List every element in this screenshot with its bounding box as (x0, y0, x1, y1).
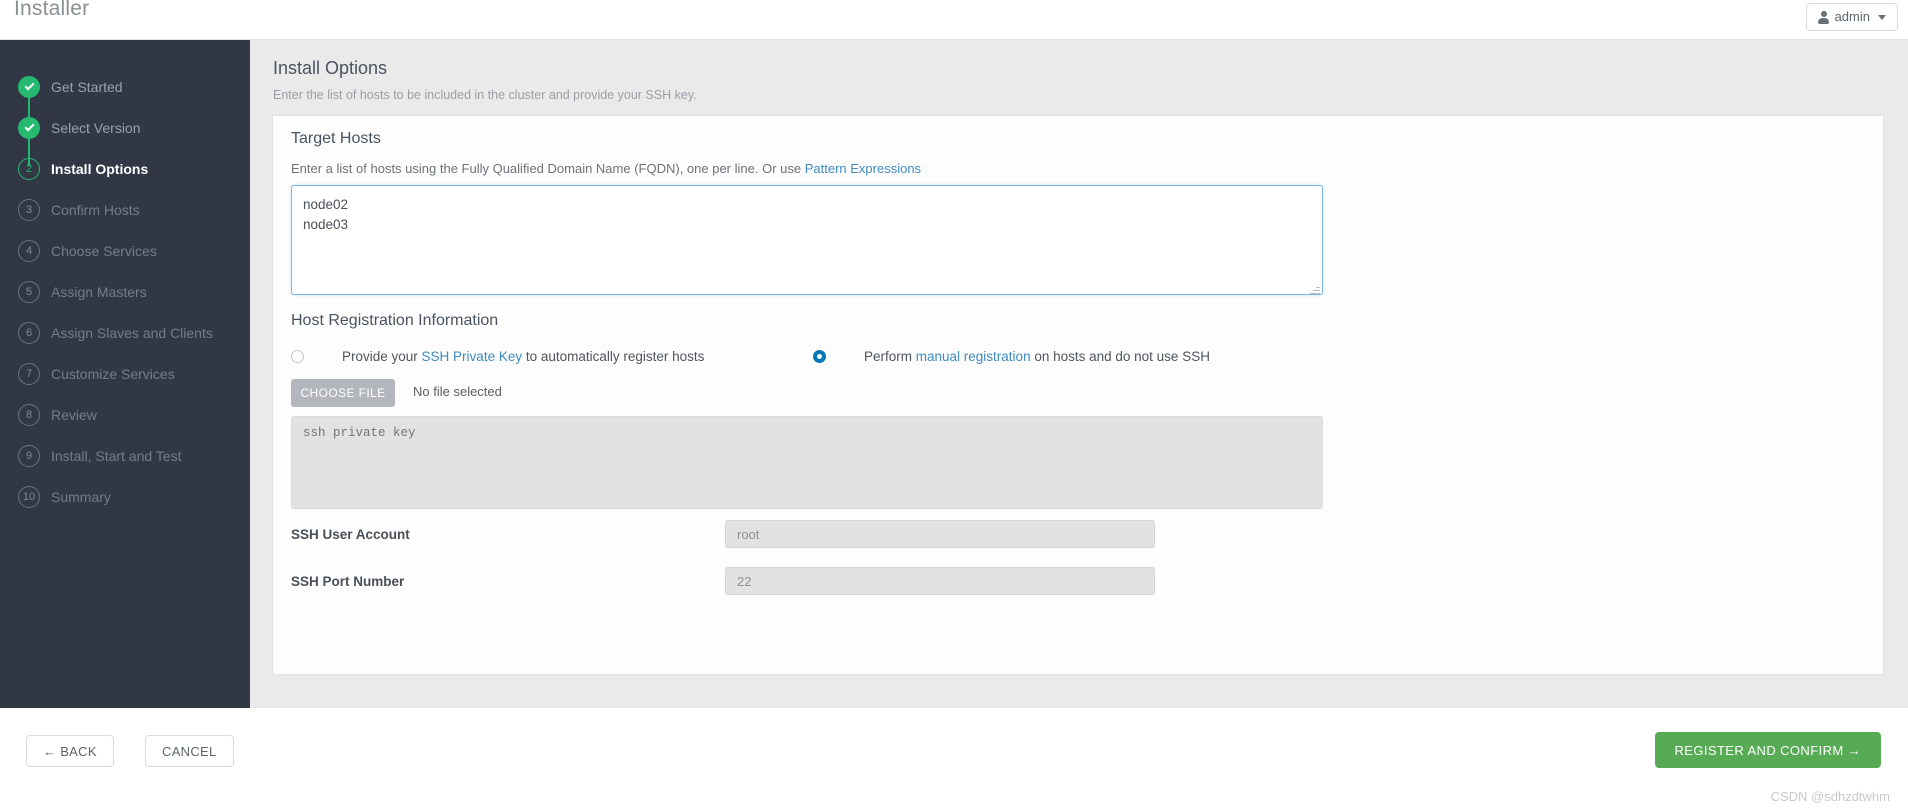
ssh-user-account-label: SSH User Account (291, 527, 410, 542)
sidebar-step-label: Install Options (51, 161, 149, 177)
step-number-badge: 6 (18, 322, 40, 344)
ssh-key-suffix: to automatically register hosts (522, 348, 705, 364)
top-bar: Installer admin (0, 0, 1908, 40)
page-subtitle: Enter the list of hosts to be included i… (273, 88, 697, 102)
sidebar-step-label: Confirm Hosts (51, 202, 140, 218)
sidebar-step-label: Summary (51, 489, 111, 505)
sidebar-step-summary: 10 Summary (0, 472, 250, 522)
person-icon (1817, 10, 1829, 24)
manual-prefix: Perform (864, 348, 916, 364)
sidebar-step-label: Customize Services (51, 366, 175, 382)
target-hosts-title: Target Hosts (291, 130, 381, 147)
page-title: Install Options (273, 58, 388, 78)
ssh-key-prefix: Provide your (342, 348, 422, 364)
ssh-key-radio[interactable] (291, 349, 304, 363)
manual-registration-radio[interactable] (813, 349, 826, 363)
manual-registration-option-row[interactable]: Perform manual registration on hosts and… (813, 345, 1210, 367)
step-number-badge: 3 (18, 199, 40, 221)
watermark: CSDN @sdhzdtwhm (1770, 789, 1890, 804)
admin-menu-button[interactable]: admin (1805, 3, 1898, 31)
wizard-sidebar: Get Started Select Version 2 Install Option… (0, 40, 250, 708)
manual-registration-option-label: Perform manual registration on hosts and… (864, 349, 1210, 364)
ssh-port-number-label: SSH Port Number (291, 574, 405, 589)
target-hosts-input[interactable] (291, 185, 1323, 295)
sidebar-step-label: Select Version (51, 120, 141, 136)
sidebar-step-label: Assign Slaves and Clients (51, 325, 213, 341)
target-hosts-description: Enter a list of hosts using the Fully Qu… (291, 161, 921, 176)
step-number-badge: 9 (18, 445, 40, 467)
ssh-private-key-link[interactable]: SSH Private Key (422, 349, 523, 364)
wizard-footer: ← BACK CANCEL REGISTER AND CONFIRM → CSD… (0, 708, 1908, 812)
sidebar-step-label: Choose Services (51, 243, 157, 259)
main-content: Install Options Enter the list of hosts … (250, 40, 1908, 708)
step-number-badge: 5 (18, 281, 40, 303)
target-hosts-description-text: Enter a list of hosts using the Fully Qu… (291, 161, 805, 176)
sidebar-step-label: Assign Masters (51, 284, 147, 300)
register-and-confirm-button[interactable]: REGISTER AND CONFIRM → (1654, 732, 1881, 768)
step-number-badge: 10 (18, 486, 40, 508)
ssh-port-number-input[interactable] (725, 567, 1155, 595)
ssh-private-key-input[interactable] (291, 416, 1323, 509)
sidebar-step-label: Get Started (51, 79, 123, 95)
no-file-selected-text: No file selected (413, 384, 502, 399)
manual-registration-link[interactable]: manual registration (916, 349, 1031, 364)
app-title: Installer (14, 0, 90, 20)
step-complete-check-icon (18, 117, 40, 139)
pattern-expressions-link[interactable]: Pattern Expressions (805, 161, 921, 176)
admin-menu-label: admin (1834, 9, 1870, 24)
step-number-badge: 2 (18, 158, 40, 180)
step-number-badge: 8 (18, 404, 40, 426)
step-number-badge: 7 (18, 363, 40, 385)
step-number-badge: 4 (18, 240, 40, 262)
ssh-key-option-row[interactable]: Provide your SSH Private Key to automati… (291, 345, 704, 367)
ssh-key-option-label: Provide your SSH Private Key to automati… (342, 349, 704, 364)
sidebar-step-label: Install, Start and Test (51, 448, 182, 464)
step-complete-check-icon (18, 76, 40, 98)
choose-file-button[interactable]: CHOOSE FILE (291, 379, 395, 407)
sidebar-step-label: Review (51, 407, 97, 423)
host-registration-title: Host Registration Information (291, 312, 499, 329)
caret-down-icon (1878, 14, 1886, 20)
install-options-panel: Target Hosts Enter a list of hosts using… (272, 115, 1884, 675)
manual-suffix: on hosts and do not use SSH (1030, 348, 1210, 364)
cancel-button[interactable]: CANCEL (145, 735, 234, 767)
back-button[interactable]: ← BACK (26, 735, 114, 767)
ssh-user-account-input[interactable] (725, 520, 1155, 548)
